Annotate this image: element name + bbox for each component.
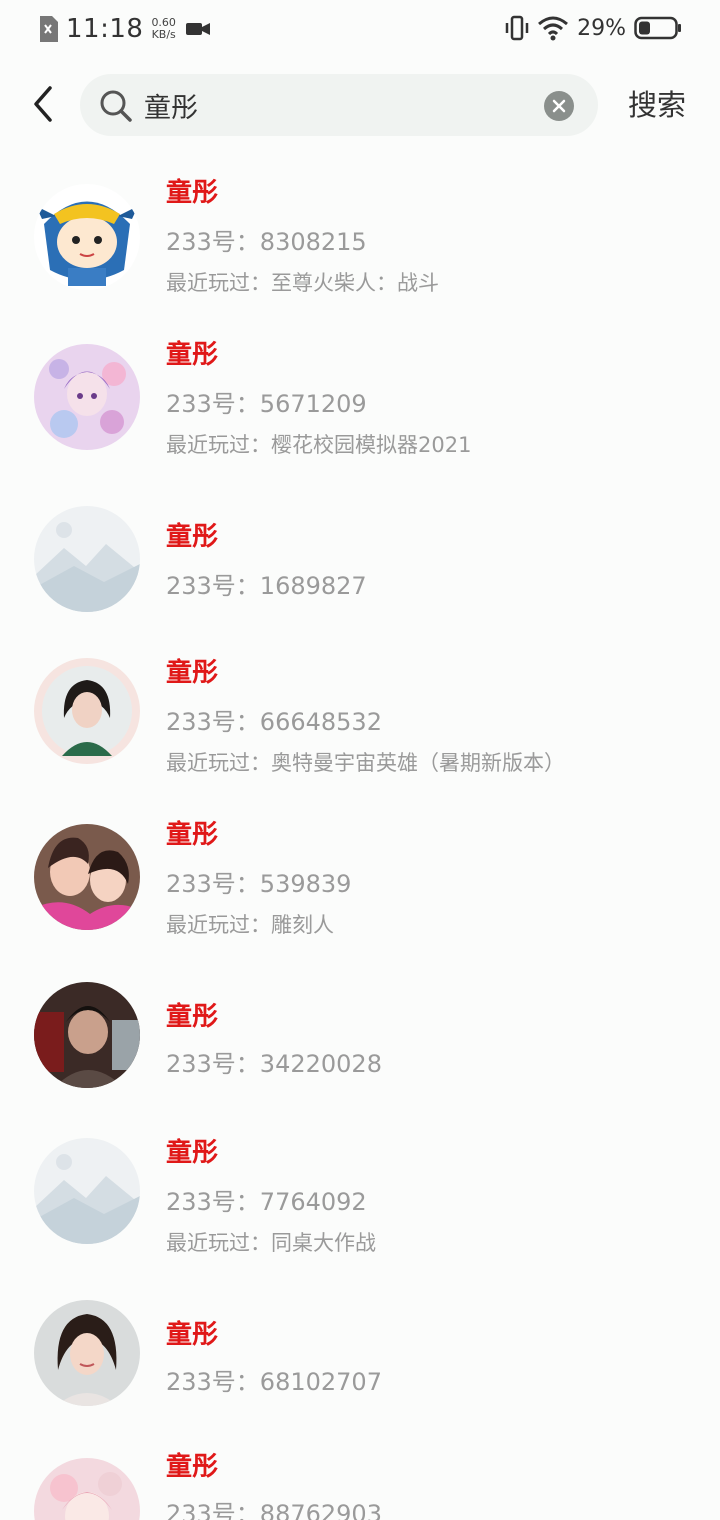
user-id: 233号：88762903 [166, 1500, 382, 1520]
cartoon-avatar-icon [34, 184, 140, 290]
avatar [34, 1458, 140, 1520]
user-id: 233号：7764092 [166, 1188, 367, 1216]
result-item[interactable]: 童彤 233号：7764092 最近玩过：同桌大作战 [0, 1120, 720, 1270]
result-item[interactable]: 童彤 233号：68102707 [0, 1298, 720, 1448]
user-name: 童彤 [166, 178, 219, 208]
photo-avatar-icon [34, 658, 140, 764]
user-id: 233号：66648532 [166, 708, 382, 736]
recent-played: 最近玩过：樱花校园模拟器2021 [166, 433, 472, 457]
user-name: 童彤 [166, 1002, 219, 1032]
result-item[interactable]: 童彤 233号：88762903 [0, 1434, 720, 1520]
user-id: 233号：539839 [166, 870, 352, 898]
user-id: 233号：34220028 [166, 1050, 382, 1078]
result-item[interactable]: 童彤 233号：66648532 最近玩过：奥特曼宇宙英雄（暑期新版本） [0, 640, 720, 790]
photo-avatar-icon [34, 824, 140, 930]
recent-played: 最近玩过：同桌大作战 [166, 1231, 376, 1255]
avatar [34, 184, 140, 290]
user-id: 233号：8308215 [166, 228, 367, 256]
recent-played: 最近玩过：奥特曼宇宙英雄（暑期新版本） [166, 751, 565, 775]
result-item[interactable]: 童彤 233号：34220028 [0, 980, 720, 1130]
user-name: 童彤 [166, 820, 219, 850]
result-item[interactable]: 童彤 233号：539839 最近玩过：雕刻人 [0, 802, 720, 952]
avatar [34, 1138, 140, 1244]
recent-played: 最近玩过：至尊火柴人：战斗 [166, 271, 439, 295]
user-id: 233号：5671209 [166, 390, 367, 418]
default-avatar-icon [34, 506, 140, 612]
user-name: 童彤 [166, 522, 219, 552]
user-id: 233号：1689827 [166, 572, 367, 600]
result-item[interactable]: 童彤 233号：1689827 [0, 498, 720, 648]
anime-avatar-icon [34, 1458, 140, 1520]
avatar [34, 824, 140, 930]
user-name: 童彤 [166, 1452, 219, 1482]
default-avatar-icon [34, 1138, 140, 1244]
avatar [34, 1300, 140, 1406]
user-name: 童彤 [166, 1320, 219, 1350]
photo-avatar-icon [34, 982, 140, 1088]
result-item[interactable]: 童彤 233号：8308215 最近玩过：至尊火柴人：战斗 [0, 160, 720, 310]
recent-played: 最近玩过：雕刻人 [166, 913, 334, 937]
photo-avatar-icon [34, 1300, 140, 1406]
avatar [34, 344, 140, 450]
result-list: 童彤 233号：8308215 最近玩过：至尊火柴人：战斗 童彤 233号：56… [0, 0, 720, 1520]
avatar [34, 506, 140, 612]
user-id: 233号：68102707 [166, 1368, 382, 1396]
user-name: 童彤 [166, 1138, 219, 1168]
avatar [34, 982, 140, 1088]
user-name: 童彤 [166, 658, 219, 688]
result-item[interactable]: 童彤 233号：5671209 最近玩过：樱花校园模拟器2021 [0, 322, 720, 472]
avatar [34, 658, 140, 764]
user-name: 童彤 [166, 340, 219, 370]
anime-avatar-icon [34, 344, 140, 450]
